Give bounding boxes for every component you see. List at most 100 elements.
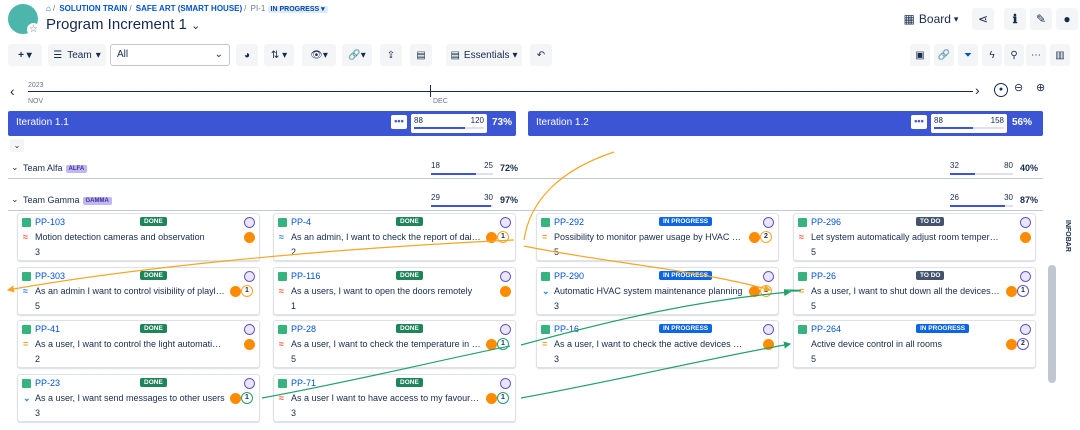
infobar-toggle[interactable]: INFOBAR: [1064, 220, 1071, 252]
export-button[interactable]: ⇪: [380, 44, 402, 66]
assignee-avatar[interactable]: [1020, 271, 1031, 282]
dependency-count[interactable]: 1: [241, 392, 253, 404]
pie-chart-button[interactable]: ◕: [236, 44, 258, 66]
dependency-count[interactable]: 2: [760, 231, 772, 243]
visibility-button[interactable]: 👁▾: [302, 44, 336, 66]
issue-key[interactable]: PP-116: [291, 271, 320, 281]
comment-button[interactable]: ▤: [410, 44, 432, 66]
team-name: Team Alfa: [23, 163, 63, 173]
info-button[interactable]: ℹ: [1004, 8, 1026, 30]
issue-card[interactable]: PP-292 IN PROGRESS = Possibility to monitor…: [536, 213, 779, 261]
team-row-alfa[interactable]: ⌄ Team Alfa ALFA 18 25 72% 32 80 40%: [8, 159, 1043, 179]
sort-button[interactable]: ⇅ ▾: [264, 44, 294, 66]
issue-card[interactable]: PP-4 DONE ≈ As an admin, I want to check th…: [273, 213, 516, 261]
assignee-avatar[interactable]: [244, 217, 255, 228]
chevron-down-icon[interactable]: ⌄: [11, 162, 19, 173]
team-select[interactable]: All ⌄: [110, 44, 230, 66]
link-icon-button[interactable]: 🔗: [934, 44, 954, 66]
issue-card[interactable]: PP-28 DONE ≈ As a user, I want to check the…: [273, 320, 516, 368]
assignee-avatar[interactable]: [1020, 217, 1031, 228]
dependency-count[interactable]: 1: [497, 392, 509, 404]
issue-key[interactable]: PP-103: [35, 217, 65, 227]
essentials-button[interactable]: ▤ Essentials ▾: [446, 44, 522, 66]
issue-key[interactable]: PP-28: [291, 324, 316, 334]
issue-card[interactable]: PP-116 DONE ≈ As a users, I want to open th…: [273, 267, 516, 315]
zoom-out-icon[interactable]: ⊖: [1014, 81, 1023, 94]
issue-card[interactable]: PP-16 IN PROGRESS = As a user, I want to ch…: [536, 320, 779, 368]
assignee-avatar[interactable]: [500, 324, 511, 335]
link-button[interactable]: 🔗▾: [342, 44, 372, 66]
collapse-all-button[interactable]: ⌄: [10, 139, 24, 152]
user-button[interactable]: ●: [1056, 8, 1078, 30]
issue-card[interactable]: PP-290 IN PROGRESS ⌄ Automatic HVAC system …: [536, 267, 779, 315]
more-button[interactable]: ⋯: [1026, 44, 1046, 66]
issue-card[interactable]: PP-296 TO DO ≈ Let system automatically adj…: [793, 213, 1036, 261]
month-divider: [430, 85, 431, 97]
dependency-count[interactable]: 1: [497, 231, 509, 243]
page-title[interactable]: Program Increment 1 ⌄: [46, 16, 200, 33]
issue-key[interactable]: PP-23: [35, 378, 60, 388]
dependency-count[interactable]: 1: [760, 285, 772, 297]
quick-action-button[interactable]: ϟ: [982, 44, 1002, 66]
target-icon[interactable]: ●: [994, 83, 1008, 97]
assignee-avatar[interactable]: [500, 217, 511, 228]
breadcrumb-item[interactable]: PI-1: [251, 4, 266, 13]
issue-card[interactable]: PP-26 TO DO = As a user, I want to shut dow…: [793, 267, 1036, 315]
iteration-header[interactable]: Iteration 1.1 ••• 88 120 73%: [8, 111, 516, 136]
issue-key[interactable]: PP-296: [811, 217, 841, 227]
issue-card[interactable]: PP-264 IN PROGRESS Active device control i…: [793, 320, 1036, 368]
issue-card[interactable]: PP-71 DONE ≈ As a user I want to have acces…: [273, 374, 516, 422]
filter-button[interactable]: ⏷: [958, 44, 978, 66]
issue-card[interactable]: PP-23 DONE ⌄ As a user, I want send message…: [17, 374, 260, 422]
home-icon[interactable]: ⌂: [46, 4, 51, 13]
sidebar-toggle-button[interactable]: ▥: [1050, 44, 1070, 66]
iteration-header[interactable]: Iteration 1.2 ••• 88 158 56%: [528, 111, 1043, 136]
dependency-count[interactable]: 1: [1017, 285, 1029, 297]
breadcrumb-item[interactable]: SAFE ART (SMART HOUSE): [136, 4, 242, 13]
issue-key[interactable]: PP-264: [811, 324, 841, 334]
more-icon[interactable]: •••: [911, 115, 927, 129]
assignee-avatar[interactable]: [500, 378, 511, 389]
settings-button[interactable]: ✎: [1030, 8, 1052, 30]
assignee-avatar[interactable]: [500, 271, 511, 282]
assignee-avatar[interactable]: [244, 378, 255, 389]
issue-key[interactable]: PP-4: [291, 217, 311, 227]
add-button[interactable]: + ▾: [8, 44, 42, 66]
dependency-count[interactable]: 1: [241, 285, 253, 297]
assignee-avatar[interactable]: [244, 324, 255, 335]
issue-card[interactable]: PP-41 DONE = As a user, I want to control t…: [17, 320, 260, 368]
assignee-avatar[interactable]: [763, 271, 774, 282]
issue-key[interactable]: PP-292: [554, 217, 584, 227]
dependency-count[interactable]: 1: [497, 338, 509, 350]
chevron-left-icon[interactable]: ‹: [10, 83, 15, 99]
vertical-scrollbar[interactable]: [1048, 265, 1056, 383]
issue-key[interactable]: PP-16: [554, 324, 579, 334]
issue-key[interactable]: PP-26: [811, 271, 836, 281]
assignee-avatar[interactable]: [1020, 324, 1031, 335]
dependency-count[interactable]: 2: [1017, 338, 1029, 350]
calendar-button[interactable]: ▣: [910, 44, 930, 66]
issue-card[interactable]: PP-103 DONE ≈ Motion detection cameras and …: [17, 213, 260, 261]
issue-key[interactable]: PP-290: [554, 271, 584, 281]
issue-card[interactable]: PP-303 DONE ≈ As an admin I want to control…: [17, 267, 260, 315]
assignee-avatar[interactable]: [763, 217, 774, 228]
status-badge[interactable]: IN PROGRESS ▾: [267, 6, 328, 13]
issue-key[interactable]: PP-71: [291, 378, 316, 388]
issue-key[interactable]: PP-303: [35, 271, 65, 281]
share-button[interactable]: ⋖: [972, 8, 994, 30]
assignee-avatar[interactable]: [244, 271, 255, 282]
assignee-avatar[interactable]: [763, 324, 774, 335]
breadcrumb-item[interactable]: SOLUTION TRAIN: [59, 4, 127, 13]
more-icon[interactable]: •••: [391, 115, 407, 129]
zoom-in-icon[interactable]: ⊕: [1036, 81, 1045, 94]
team-row-gamma[interactable]: ⌄ Team Gamma GAMMA 29 30 97% 26 30 87%: [8, 191, 1043, 211]
chevron-right-icon[interactable]: ›: [975, 82, 980, 98]
team-filter-button[interactable]: ☰ Team ▾: [48, 44, 106, 66]
chevron-down-icon[interactable]: ⌄: [11, 194, 19, 205]
search-button[interactable]: ⚲: [1004, 44, 1024, 66]
issue-key[interactable]: PP-41: [35, 324, 60, 334]
view-switcher[interactable]: ▦ Board ▾: [900, 8, 962, 30]
chevron-down-icon: ▾: [953, 13, 959, 24]
star-icon[interactable]: ☆: [27, 23, 40, 36]
undo-button[interactable]: ↶: [530, 44, 552, 66]
